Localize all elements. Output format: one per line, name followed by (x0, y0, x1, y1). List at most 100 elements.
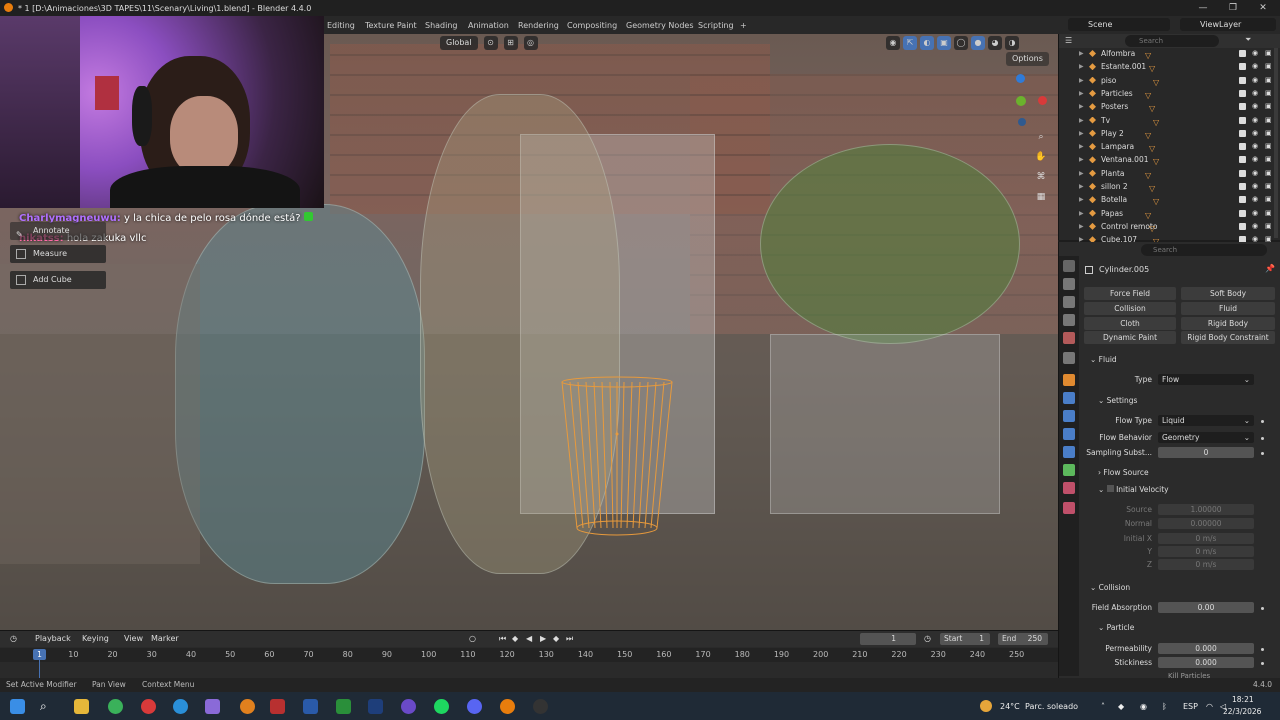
visibility-eye-icon[interactable]: ◉ (1252, 74, 1258, 87)
initial-velocity-checkbox[interactable] (1106, 485, 1114, 492)
outliner-item[interactable]: ▶ Alfombra ▽ ◉ ▣ (1059, 47, 1273, 60)
visibility-eye-icon[interactable]: ◉ (1252, 193, 1258, 206)
outliner-editor-icon[interactable]: ☰ (1065, 36, 1072, 45)
permeability-field[interactable]: 0.000 (1158, 643, 1254, 654)
stopwatch-icon[interactable]: ◷ (924, 634, 931, 643)
pan-hand-icon[interactable]: ✋ (1034, 150, 1048, 164)
windows-start-icon[interactable] (10, 699, 25, 714)
app-icon-2[interactable] (240, 699, 255, 714)
gizmo-y-axis-icon[interactable] (1016, 96, 1026, 106)
app-icon-1[interactable] (205, 699, 220, 714)
expand-arrow-icon[interactable]: ▶ (1079, 140, 1084, 153)
particle-section-header[interactable]: ⌄ Particle (1098, 623, 1134, 632)
exclude-checkbox[interactable] (1239, 116, 1246, 124)
render-camera-icon[interactable]: ▣ (1265, 114, 1272, 127)
render-camera-icon[interactable]: ▣ (1265, 60, 1272, 73)
flow-behavior-select[interactable]: Geometry ⌄ (1158, 432, 1254, 443)
visibility-eye-icon[interactable]: ◉ (1252, 87, 1258, 100)
add-cube-tool[interactable]: Add Cube (10, 271, 106, 289)
keyframe-dot-icon[interactable] (1261, 648, 1264, 651)
force-field-button[interactable]: Force Field (1084, 287, 1176, 300)
tray-network-icon[interactable]: ◉ (1140, 702, 1147, 711)
tab-scripting[interactable]: Scripting (698, 19, 734, 32)
render-tab-icon[interactable] (1063, 278, 1075, 290)
source-field[interactable]: 1.00000 (1158, 504, 1254, 515)
keyframe-dot-icon[interactable] (1261, 437, 1264, 440)
wireframe-shading-icon[interactable]: ◯ (954, 36, 968, 50)
measure-tool[interactable]: Measure (10, 245, 106, 263)
exclude-checkbox[interactable] (1239, 50, 1246, 57)
keyframe-dot-icon[interactable] (1261, 452, 1264, 455)
filter-icon[interactable]: ⏷ (1245, 35, 1251, 45)
photos-icon[interactable] (303, 699, 318, 714)
discord-icon[interactable] (467, 699, 482, 714)
cloth-button[interactable]: Cloth (1084, 317, 1176, 330)
initial-y-field[interactable]: 0 m/s (1158, 546, 1254, 557)
outliner-item[interactable]: ▶ Planta ▽ ◉ ▣ (1059, 167, 1273, 180)
visibility-icon[interactable]: ◉ (886, 36, 900, 50)
render-camera-icon[interactable]: ▣ (1265, 127, 1272, 140)
outliner-item[interactable]: ▶ Particles ▽ ◉ ▣ (1059, 87, 1273, 100)
tab-texture-paint[interactable]: Texture Paint (365, 19, 417, 32)
tray-expand-icon[interactable]: ˄ (1101, 702, 1105, 711)
outliner-item[interactable]: ▶ Botella ▽ ◉ ▣ (1059, 193, 1273, 206)
expand-arrow-icon[interactable]: ▶ (1079, 47, 1084, 60)
current-frame-field[interactable]: 1 (860, 633, 916, 645)
keying-menu[interactable]: Keying (82, 634, 109, 643)
xray-toggle-icon[interactable]: ▣ (937, 36, 951, 50)
visibility-eye-icon[interactable]: ◉ (1252, 167, 1258, 180)
pin-icon[interactable]: 📌 (1265, 264, 1275, 273)
add-workspace-button[interactable]: + (740, 19, 747, 32)
record-icon[interactable]: ○ (469, 634, 476, 643)
wifi-icon[interactable]: ◠ (1206, 702, 1213, 711)
field-absorption-field[interactable]: 0.00 (1158, 602, 1254, 613)
output-tab-icon[interactable] (1063, 296, 1075, 308)
fluid-button[interactable]: Fluid (1181, 302, 1275, 315)
edge-icon[interactable] (173, 699, 188, 714)
sampling-field[interactable]: 0 (1158, 447, 1254, 458)
outliner-item[interactable]: ▶ Estante.001 ▽ ◉ ▣ (1059, 60, 1273, 73)
weather-description[interactable]: Parc. soleado (1025, 702, 1078, 711)
world-tab-icon[interactable] (1063, 352, 1075, 364)
exclude-checkbox[interactable] (1239, 103, 1246, 111)
expand-arrow-icon[interactable]: ▶ (1079, 207, 1084, 220)
render-camera-icon[interactable]: ▣ (1265, 207, 1272, 220)
expand-arrow-icon[interactable]: ▶ (1079, 220, 1084, 233)
gizmo-z-axis-icon[interactable] (1016, 74, 1025, 83)
language-indicator[interactable]: ESP (1183, 702, 1198, 711)
gizmo-toggle-icon[interactable]: ⇱ (903, 36, 917, 50)
zoom-icon[interactable]: ⌕ (1034, 130, 1048, 144)
view-menu[interactable]: View (124, 634, 143, 643)
weather-temperature[interactable]: 24°C (1000, 702, 1020, 711)
obs-icon[interactable] (533, 699, 548, 714)
outliner-item[interactable]: ▶ piso ▽ ◉ ▣ (1059, 74, 1273, 87)
outliner-item[interactable]: ▶ Control remoto ▽ ◉ ▣ (1059, 220, 1273, 233)
start-frame-field[interactable]: Start 1 (940, 633, 990, 645)
overlays-toggle-icon[interactable]: ◐ (920, 36, 934, 50)
visibility-eye-icon[interactable]: ◉ (1252, 114, 1258, 127)
outliner-item[interactable]: ▶ Tv ▽ ◉ ▣ (1059, 114, 1273, 127)
render-camera-icon[interactable]: ▣ (1265, 74, 1272, 87)
outliner-item[interactable]: ▶ Lampara ▽ ◉ ▣ (1059, 140, 1273, 153)
initial-velocity-section-header[interactable]: ⌄ Initial Velocity (1098, 485, 1169, 494)
tray-app-icon[interactable]: ◆ (1118, 702, 1124, 711)
exclude-checkbox[interactable] (1239, 196, 1246, 204)
prev-keyframe-icon[interactable]: ◆ (512, 634, 518, 643)
clock-icon[interactable]: ◷ (10, 634, 17, 643)
keyframe-dot-icon[interactable] (1261, 420, 1264, 423)
camera-view-icon[interactable]: ⌘ (1034, 170, 1048, 184)
visibility-eye-icon[interactable]: ◉ (1252, 60, 1258, 73)
render-camera-icon[interactable]: ▣ (1265, 220, 1272, 233)
expand-arrow-icon[interactable]: ▶ (1079, 193, 1084, 206)
exclude-checkbox[interactable] (1239, 89, 1246, 97)
render-camera-icon[interactable]: ▣ (1265, 140, 1272, 153)
rigid-body-button[interactable]: Rigid Body (1181, 317, 1275, 330)
solid-shading-icon[interactable]: ● (971, 36, 985, 50)
data-tab-icon[interactable] (1063, 464, 1075, 476)
outliner-item[interactable]: ▶ Posters ▽ ◉ ▣ (1059, 100, 1273, 113)
next-keyframe-icon[interactable]: ◆ (553, 634, 559, 643)
clock-date[interactable]: 22/3/2026 (1223, 707, 1261, 716)
collision-button[interactable]: Collision (1084, 302, 1176, 315)
selected-cylinder-object[interactable] (560, 376, 674, 538)
expand-arrow-icon[interactable]: ▶ (1079, 153, 1084, 166)
